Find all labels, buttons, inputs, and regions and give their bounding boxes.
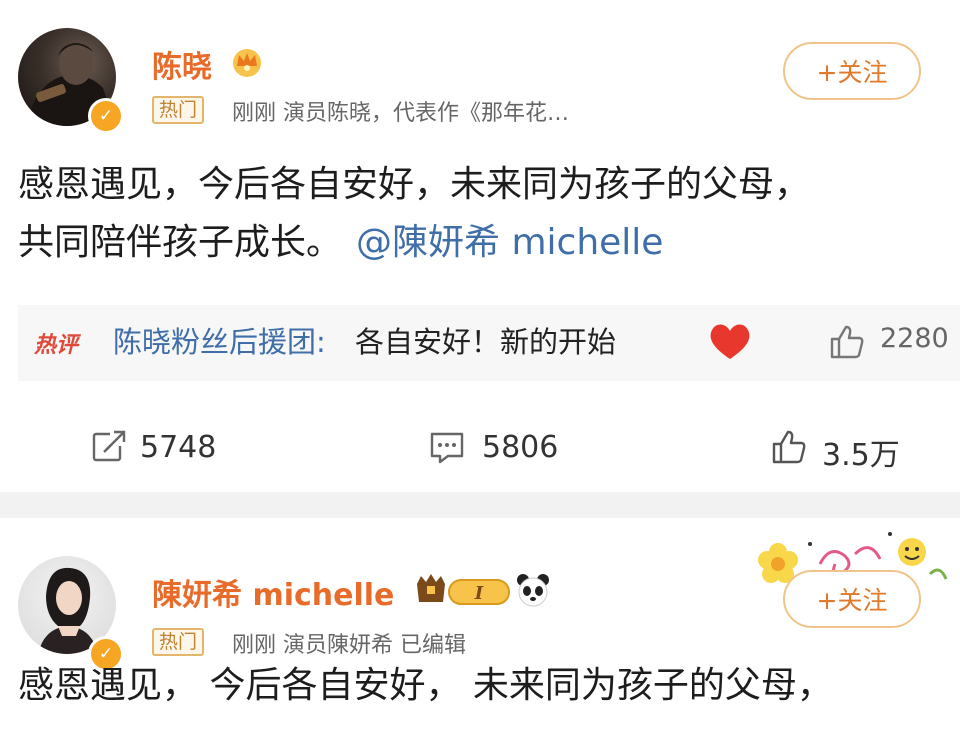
hot-comment-text: 各自安好！新的开始 xyxy=(355,325,617,359)
thumbs-up-icon[interactable] xyxy=(828,323,866,361)
hot-comment-like-count: 2280 xyxy=(880,323,949,354)
thumbs-up-icon xyxy=(772,430,806,464)
post-card-2: ✓ 陳妍希 michelle I 热门 刚刚 演员陳妍希 已编辑 +关注 感恩遇… xyxy=(0,518,960,739)
author-name[interactable]: 陳妍希 michelle xyxy=(152,570,394,614)
hot-comment-badge: 热评 xyxy=(34,333,79,358)
post-card-1: ✓ 陈晓 热门 刚刚 演员陈晓，代表作《那年花… +关注 感恩遇见，今后各自安好… xyxy=(0,0,960,492)
vip-level-text: I xyxy=(474,583,484,604)
heart-icon xyxy=(710,324,750,359)
author-name[interactable]: 陈晓 xyxy=(152,42,212,86)
hot-tag: 热门 xyxy=(152,96,205,124)
hot-comment[interactable]: 热评 陈晓粉丝后援团: 各自安好！新的开始 2280 xyxy=(18,305,960,381)
post-meta: 刚刚 演员陳妍希 已编辑 xyxy=(232,633,466,658)
panda-icon xyxy=(517,574,549,607)
verified-badge-icon: ✓ xyxy=(88,98,124,134)
post-text-line-2-content: 共同陪伴孩子成长。 xyxy=(18,222,343,263)
comment-icon xyxy=(430,432,464,464)
repost-icon xyxy=(92,430,126,462)
hot-tag: 热门 xyxy=(152,628,205,656)
post-text-line-1: 感恩遇见， 今后各自安好， 未来同为孩子的父母， xyxy=(18,665,833,706)
post-text-line-2: 共同陪伴孩子成长。 @陳妍希 michelle xyxy=(18,214,663,272)
comment-count: 5806 xyxy=(482,430,559,465)
hot-comment-user[interactable]: 陈晓粉丝后援团: xyxy=(113,319,326,361)
crown-icon xyxy=(233,49,261,77)
follow-button[interactable]: +关注 xyxy=(783,42,921,100)
repost-count: 5748 xyxy=(140,430,217,465)
follow-button[interactable]: +关注 xyxy=(783,570,921,628)
card-divider xyxy=(0,492,960,518)
post-meta: 刚刚 演员陈晓，代表作《那年花… xyxy=(232,101,569,126)
like-count: 3.5万 xyxy=(822,438,900,473)
vip-level-icon: I xyxy=(417,574,510,605)
post-text-line-1: 感恩遇见，今后各自安好，未来同为孩子的父母， xyxy=(18,164,811,205)
mention-link[interactable]: @陳妍希 michelle xyxy=(356,222,663,263)
